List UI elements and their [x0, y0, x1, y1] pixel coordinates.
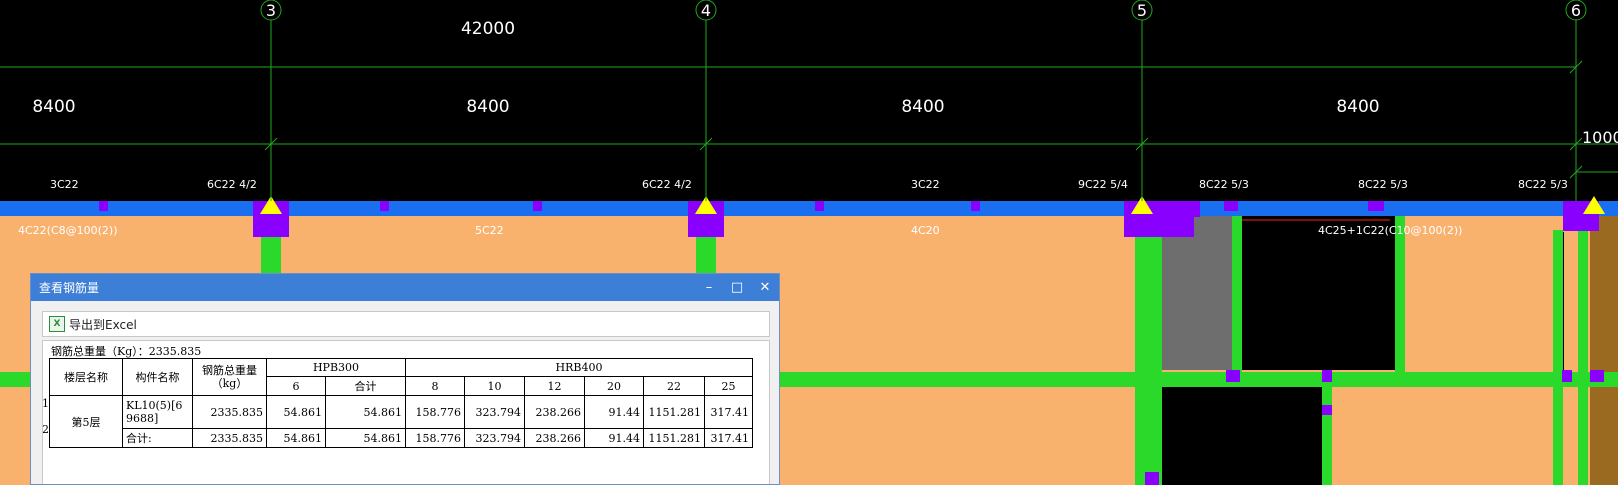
right-dimension: 1000 — [1582, 128, 1618, 147]
dialog-content: 钢筋总重量（Kg）：2335.835 1 2 楼层名称 构件名称 钢筋总重量（k… — [42, 340, 770, 484]
span-dimension-3: 8400 — [901, 97, 944, 117]
rebar-table: 楼层名称 构件名称 钢筋总重量（kg） HPB300 HRB400 6 合计 8… — [49, 358, 753, 448]
rebar-quantity-dialog[interactable]: 查看钢筋量 – □ ✕ X 导出到Excel 钢筋总重量（Kg）：2335.83… — [30, 273, 780, 485]
right-edge-strip — [1590, 215, 1618, 485]
export-excel-button[interactable]: X 导出到Excel — [49, 316, 137, 333]
floor-cell: 第5层 — [49, 395, 123, 448]
cell: 54.861 — [325, 428, 406, 448]
bottom-rebar-label: 5C22 — [475, 224, 504, 237]
svg-text:4: 4 — [701, 1, 711, 20]
top-rebar-label: 3C22 — [911, 178, 940, 191]
cell: 317.41 — [704, 395, 753, 429]
header-floor[interactable]: 楼层名称 — [49, 358, 123, 396]
column-bar-5 — [1135, 230, 1162, 485]
header-col[interactable]: 22 — [643, 376, 705, 396]
axis-bubble-3: 3 — [260, 0, 282, 21]
svg-text:3: 3 — [266, 1, 276, 20]
header-col[interactable]: 20 — [584, 376, 644, 396]
span-dimension-2: 8400 — [466, 97, 509, 117]
top-rebar-label: 8C22 5/3 — [1199, 178, 1249, 191]
cell: 323.794 — [464, 395, 525, 429]
axis-bubble-4: 4 — [695, 0, 717, 21]
header-group-hrb400[interactable]: HRB400 — [405, 358, 753, 377]
table-row[interactable]: 合计: 2335.835 54.861 54.861 158.776 323.7… — [50, 428, 753, 448]
header-col[interactable]: 合计 — [325, 376, 406, 396]
export-excel-label: 导出到Excel — [69, 317, 137, 332]
cell: 158.776 — [405, 395, 465, 429]
dialog-titlebar[interactable]: 查看钢筋量 – □ ✕ — [31, 274, 779, 301]
column-bar-5d — [1395, 215, 1405, 372]
cell: 1151.281 — [643, 428, 705, 448]
top-rebar-label: 3C22 — [50, 178, 79, 191]
span-dimension-1: 8400 — [32, 97, 75, 117]
svg-text:6: 6 — [1571, 1, 1581, 20]
header-col[interactable]: 6 — [266, 376, 326, 396]
cell: 317.41 — [704, 428, 753, 448]
component-cell: KL10(5)[69688] — [122, 395, 193, 429]
top-rebar-label: 9C22 5/4 — [1078, 178, 1128, 191]
minimize-icon[interactable]: – — [695, 274, 723, 301]
top-rebar-label: 8C22 5/3 — [1518, 178, 1568, 191]
header-col[interactable]: 25 — [704, 376, 753, 396]
column-bar-5b — [1232, 215, 1242, 372]
dialog-title: 查看钢筋量 — [39, 281, 100, 295]
cell: 54.861 — [266, 428, 326, 448]
maximize-icon[interactable]: □ — [723, 274, 751, 301]
top-rebar-label: 6C22 4/2 — [207, 178, 257, 191]
overall-dimension: 42000 — [461, 19, 515, 39]
total-weight-label: 钢筋总重量（Kg）：2335.835 — [51, 345, 202, 358]
header-col[interactable]: 10 — [464, 376, 525, 396]
header-col[interactable]: 12 — [524, 376, 585, 396]
cell: 54.861 — [325, 395, 406, 429]
dialog-toolbar: X 导出到Excel — [42, 311, 770, 337]
cell: 54.861 — [266, 395, 326, 429]
top-rebar-label: 8C22 5/3 — [1358, 178, 1408, 191]
axis-bubble-5: 5 — [1131, 0, 1153, 21]
component-cell: 合计: — [122, 428, 193, 448]
cell: 91.44 — [584, 428, 644, 448]
header-group-hpb300[interactable]: HPB300 — [266, 358, 406, 377]
top-rebar-label: 6C22 4/2 — [642, 178, 692, 191]
bottom-rebar-label: 4C20 — [911, 224, 940, 237]
cell: 238.266 — [524, 395, 585, 429]
cell: 158.776 — [405, 428, 465, 448]
close-icon[interactable]: ✕ — [751, 274, 779, 301]
table-row[interactable]: 第5层 KL10(5)[69688] 2335.835 54.861 54.86… — [49, 395, 753, 448]
column-bar-6 — [1553, 230, 1563, 485]
cell: 323.794 — [464, 428, 525, 448]
cell: 2335.835 — [192, 428, 267, 448]
bottom-rebar-label: 4C22(C8@100(2)) — [18, 224, 118, 237]
axis-bubble-6: 6 — [1565, 0, 1587, 21]
header-total-weight[interactable]: 钢筋总重量（kg） — [192, 358, 267, 396]
cell: 238.266 — [524, 428, 585, 448]
cell: 91.44 — [584, 395, 644, 429]
row-number: 2 — [42, 423, 49, 436]
cell: 2335.835 — [192, 395, 267, 429]
column-bar-6b — [1578, 230, 1588, 485]
grey-block — [1162, 215, 1232, 370]
excel-icon: X — [49, 316, 65, 332]
row-number: 1 — [42, 397, 49, 410]
cell: 1151.281 — [643, 395, 705, 429]
opening-lower — [1162, 387, 1322, 485]
header-col[interactable]: 8 — [405, 376, 465, 396]
header-component[interactable]: 构件名称 — [122, 358, 193, 396]
span-dimension-4: 8400 — [1336, 97, 1379, 117]
column-bar-5c — [1322, 387, 1332, 485]
bottom-rebar-label: 4C25+1C22(C10@100(2)) — [1318, 224, 1462, 237]
svg-text:5: 5 — [1137, 1, 1147, 20]
